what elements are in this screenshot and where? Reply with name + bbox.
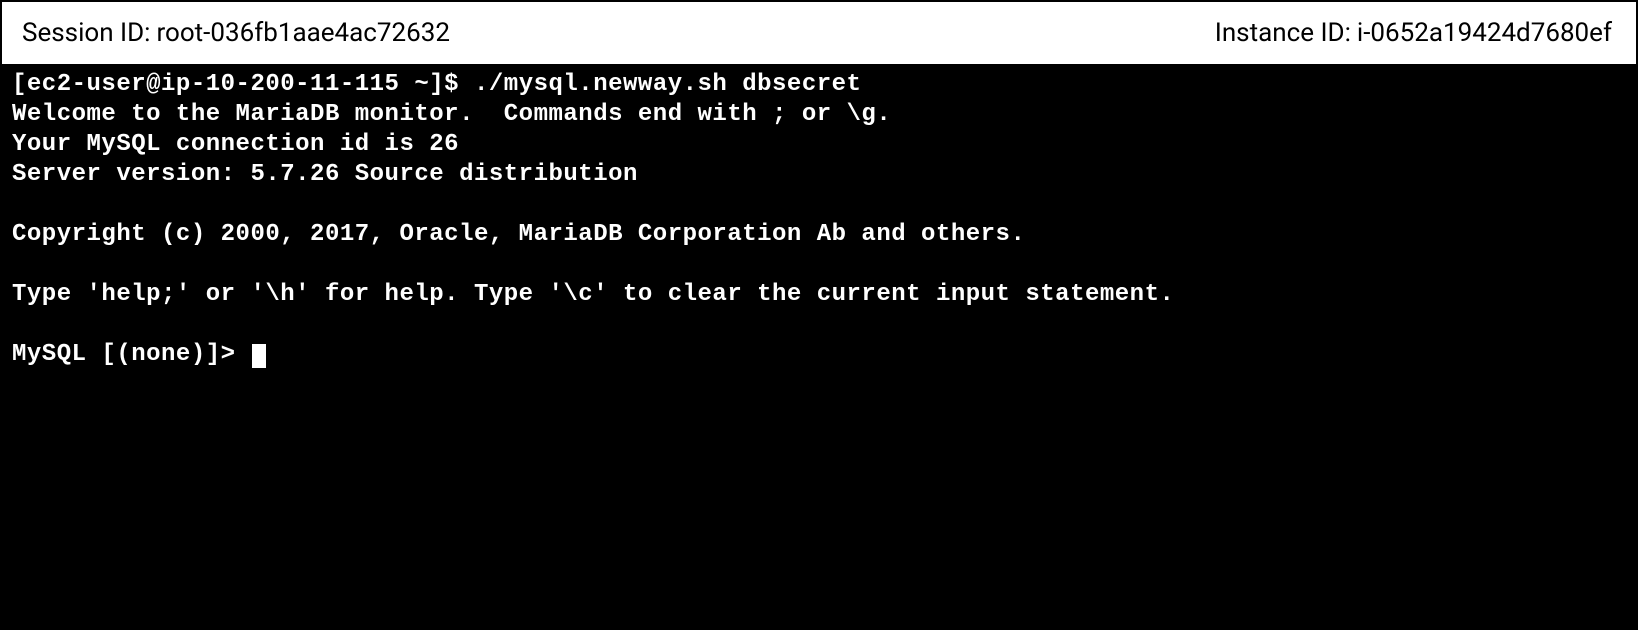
terminal-output-line: Server version: 5.7.26 Source distributi… [12,160,1626,190]
terminal-output-line: [ec2-user@ip-10-200-11-115 ~]$ ./mysql.n… [12,70,1626,100]
session-id-label: Session ID: [22,18,150,48]
terminal-output-line: Welcome to the MariaDB monitor. Commands… [12,100,1626,130]
terminal-blank-line [12,250,1626,280]
terminal-blank-line [12,190,1626,220]
shell-prompt: [ec2-user@ip-10-200-11-115 ~]$ [12,71,474,98]
instance-id-value: i-0652a19424d7680ef [1357,18,1612,48]
cursor-icon [252,344,266,368]
session-id-value: root-036fb1aae4ac72632 [156,18,450,48]
session-id-block: Session ID: root-036fb1aae4ac72632 [22,18,450,48]
session-window: Session ID: root-036fb1aae4ac72632 Insta… [0,0,1638,630]
mysql-prompt: MySQL [(none)]> [12,341,250,368]
terminal-output-line: MySQL [(none)]> [12,340,1626,370]
terminal-area[interactable]: [ec2-user@ip-10-200-11-115 ~]$ ./mysql.n… [2,64,1636,628]
terminal-output-line: Copyright (c) 2000, 2017, Oracle, MariaD… [12,220,1626,250]
instance-id-label: Instance ID: [1215,18,1351,48]
shell-command: ./mysql.newway.sh dbsecret [474,71,861,98]
terminal-output-line: Your MySQL connection id is 26 [12,130,1626,160]
terminal-output-line: Type 'help;' or '\h' for help. Type '\c'… [12,280,1626,310]
session-header: Session ID: root-036fb1aae4ac72632 Insta… [2,2,1636,64]
instance-id-block: Instance ID: i-0652a19424d7680ef [1215,18,1612,48]
terminal-blank-line [12,310,1626,340]
